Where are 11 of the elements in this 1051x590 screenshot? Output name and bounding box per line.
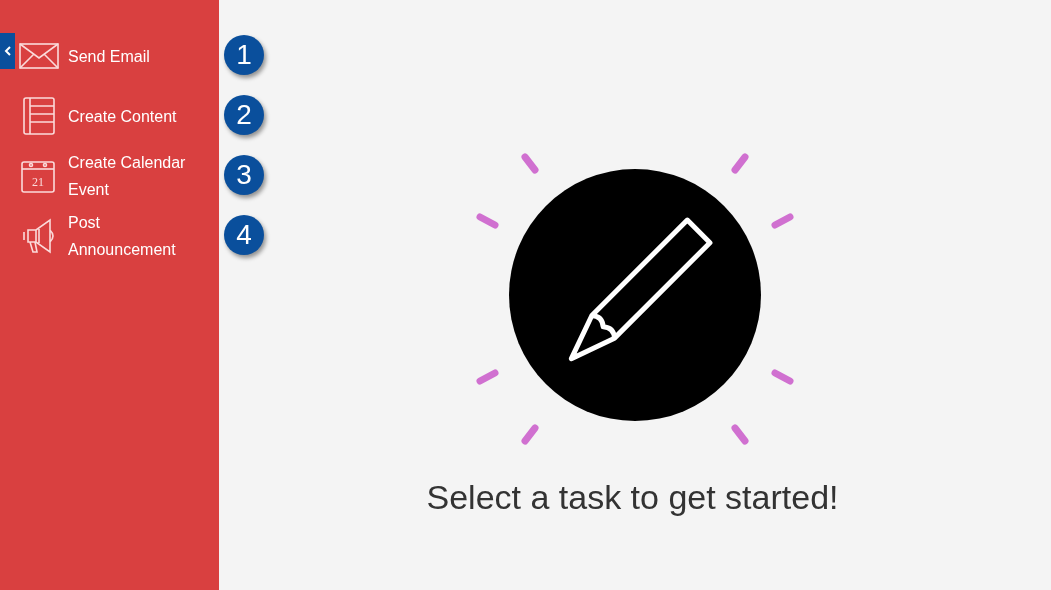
step-number: 4 [224, 215, 264, 255]
task-label[interactable]: Send Email [68, 42, 193, 70]
chevron-left-icon [3, 45, 12, 57]
task-label[interactable]: Create Content [68, 102, 193, 130]
task-label[interactable]: Create Calendar Event [68, 149, 193, 203]
collapse-tab[interactable] [0, 33, 15, 69]
step-number: 2 [224, 95, 264, 135]
step-number: 1 [224, 35, 264, 75]
empty-state-message: Select a task to get started! [426, 478, 839, 517]
step-number: 3 [224, 155, 264, 195]
task-label[interactable]: Post Announcement [68, 209, 193, 263]
